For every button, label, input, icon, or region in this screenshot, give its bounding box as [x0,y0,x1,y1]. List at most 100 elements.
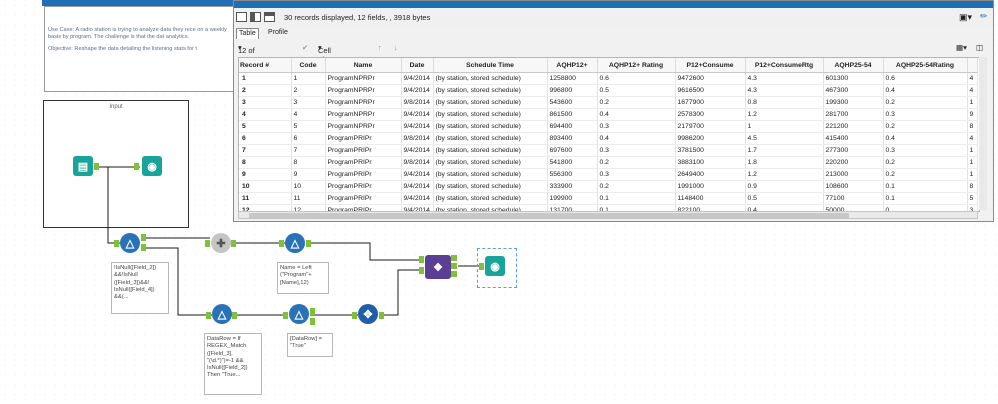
input-data-tool[interactable]: ▤ [73,156,93,176]
table-cell[interactable]: 0.3 [597,144,676,157]
column-header[interactable]: Schedule Time [433,58,548,73]
table-cell[interactable]: 694400 [547,120,598,133]
fields-selector[interactable]: 12 of 12 Fields ▾ [238,43,258,73]
horizontal-scrollbar[interactable] [238,211,978,219]
true-anchor[interactable] [310,308,315,315]
table-cell[interactable]: 4 [967,72,978,85]
cell-viewer-dropdown[interactable]: Cell Viewer ▾ [318,43,341,64]
table-cell[interactable]: 9/8/2014 [401,96,434,109]
table-cell[interactable]: 0.1 [597,192,676,205]
table-cell[interactable]: 1 [967,156,978,169]
table-cell[interactable]: 277300 [823,144,884,157]
table-cell[interactable]: 2578300 [675,108,746,121]
table-cell[interactable]: ProgramPRIPr [325,168,402,181]
column-header[interactable]: AQHP12+ [547,58,598,73]
window-menu-icon[interactable]: ▣▾ [959,12,972,23]
table-cell[interactable]: 9/4/2014 [401,144,434,157]
table-cell[interactable]: 1 [967,96,978,109]
browse-tool-input[interactable]: ◉ [142,156,162,176]
table-cell[interactable]: 5 [291,120,326,133]
table-cell[interactable]: 2 [239,84,292,97]
table-row[interactable]: 1 1 ProgramNPRPr 9/4/2014 (by station, store… [239,72,978,85]
table-row[interactable]: 3 3 ProgramNPRPr 9/8/2014 (by station, store… [239,96,978,109]
table-cell[interactable]: 0.3 [883,144,968,157]
table-cell[interactable]: 996800 [547,84,598,97]
table-cell[interactable]: 1 [239,72,292,85]
table-cell[interactable]: ProgramPRIPr [325,156,402,169]
table-cell[interactable]: 8 [291,156,326,169]
column-header[interactable]: AQHP25-54Rating [883,58,968,73]
table-cell[interactable]: 4 [967,132,978,145]
layout-split-v-icon[interactable] [264,12,275,22]
table-cell[interactable]: 697600 [547,144,598,157]
table-cell[interactable]: 0.4 [597,132,676,145]
table-cell[interactable]: 2179700 [675,120,746,133]
table-cell[interactable]: 11 [291,192,326,205]
table-cell[interactable]: 1.2 [745,108,824,121]
formula-name-tool[interactable]: △ [285,233,305,253]
table-cell[interactable]: 0.6 [883,72,968,85]
pin-icon[interactable]: ✏ [980,11,988,22]
input-anchor[interactable] [205,240,210,247]
table-row[interactable]: 4 4 ProgramNPRPr 9/4/2014 (by station, store… [239,108,978,121]
table-cell[interactable]: 1 [967,168,978,181]
table-cell[interactable]: 5 [967,192,978,205]
table-cell[interactable]: 543600 [547,96,598,109]
check-icon[interactable]: ✔ [302,43,308,52]
table-cell[interactable]: 6 [239,132,292,145]
table-cell[interactable]: 1 [291,72,326,85]
column-header[interactable]: Record # [239,58,292,73]
join-left-output-anchor[interactable] [451,255,457,261]
table-cell[interactable]: (by station, stored schedule) [433,108,548,121]
tab-table[interactable]: Table [236,28,259,39]
table-cell[interactable]: 4.5 [745,132,824,145]
table-cell[interactable]: 0.4 [883,132,968,145]
table-cell[interactable]: 7 [291,144,326,157]
table-cell[interactable]: 0.3 [883,108,968,121]
table-cell[interactable]: 0.1 [883,192,968,205]
table-cell[interactable]: ProgramNPRPr [325,84,402,97]
browse-tool-output[interactable]: ◉ [485,256,505,276]
table-cell[interactable]: 9 [291,168,326,181]
output-anchor[interactable] [379,312,384,319]
table-cell[interactable]: 1 [745,120,824,133]
table-cell[interactable]: 0.4 [597,108,676,121]
table-cell[interactable]: 7 [239,144,292,157]
table-cell[interactable]: 220200 [823,156,884,169]
left-anchor[interactable] [419,256,424,263]
table-cell[interactable]: 3781500 [675,144,746,157]
table-cell[interactable]: 4.3 [745,84,824,97]
table-cell[interactable]: ProgramNPRPr [325,72,402,85]
column-header[interactable]: P12+ConsumeRtg [745,58,824,73]
table-cell[interactable]: 3 [291,96,326,109]
results-grid[interactable]: Record # Code Name Date Schedule Time AQHP12+… [238,57,980,212]
table-cell[interactable]: 0.2 [597,180,676,193]
table-cell[interactable]: 9472600 [675,72,746,85]
table-cell[interactable]: 0.2 [883,96,968,109]
table-cell[interactable]: 10 [291,180,326,193]
table-cell[interactable]: 0.2 [883,168,968,181]
join-output-anchor[interactable] [451,263,457,269]
false-anchor[interactable] [310,318,315,325]
column-header[interactable]: Code [291,58,326,73]
table-cell[interactable]: 199900 [547,192,598,205]
table-cell[interactable]: 8 [967,120,978,133]
table-cell[interactable]: 0.3 [597,168,676,181]
table-cell[interactable]: 9/8/2014 [401,132,434,145]
table-cell[interactable]: 9 [239,168,292,181]
table-cell[interactable]: 9986200 [675,132,746,145]
output-anchor[interactable] [306,240,311,247]
column-header[interactable]: Name [325,58,402,73]
table-cell[interactable]: (by station, stored schedule) [433,180,548,193]
output-anchor[interactable] [94,163,99,170]
table-cell[interactable]: ProgramPRIPr [325,132,402,145]
input-anchor[interactable] [134,163,139,170]
input-anchor[interactable] [206,312,211,319]
table-cell[interactable]: 9616500 [675,84,746,97]
save-icon[interactable]: ▦▾ [956,43,967,52]
table-cell[interactable]: (by station, stored schedule) [433,96,548,109]
table-cell[interactable]: 0.2 [883,120,968,133]
table-cell[interactable]: 0.4 [883,84,968,97]
table-cell[interactable]: 9 [967,108,978,121]
table-cell[interactable]: 4.3 [745,72,824,85]
